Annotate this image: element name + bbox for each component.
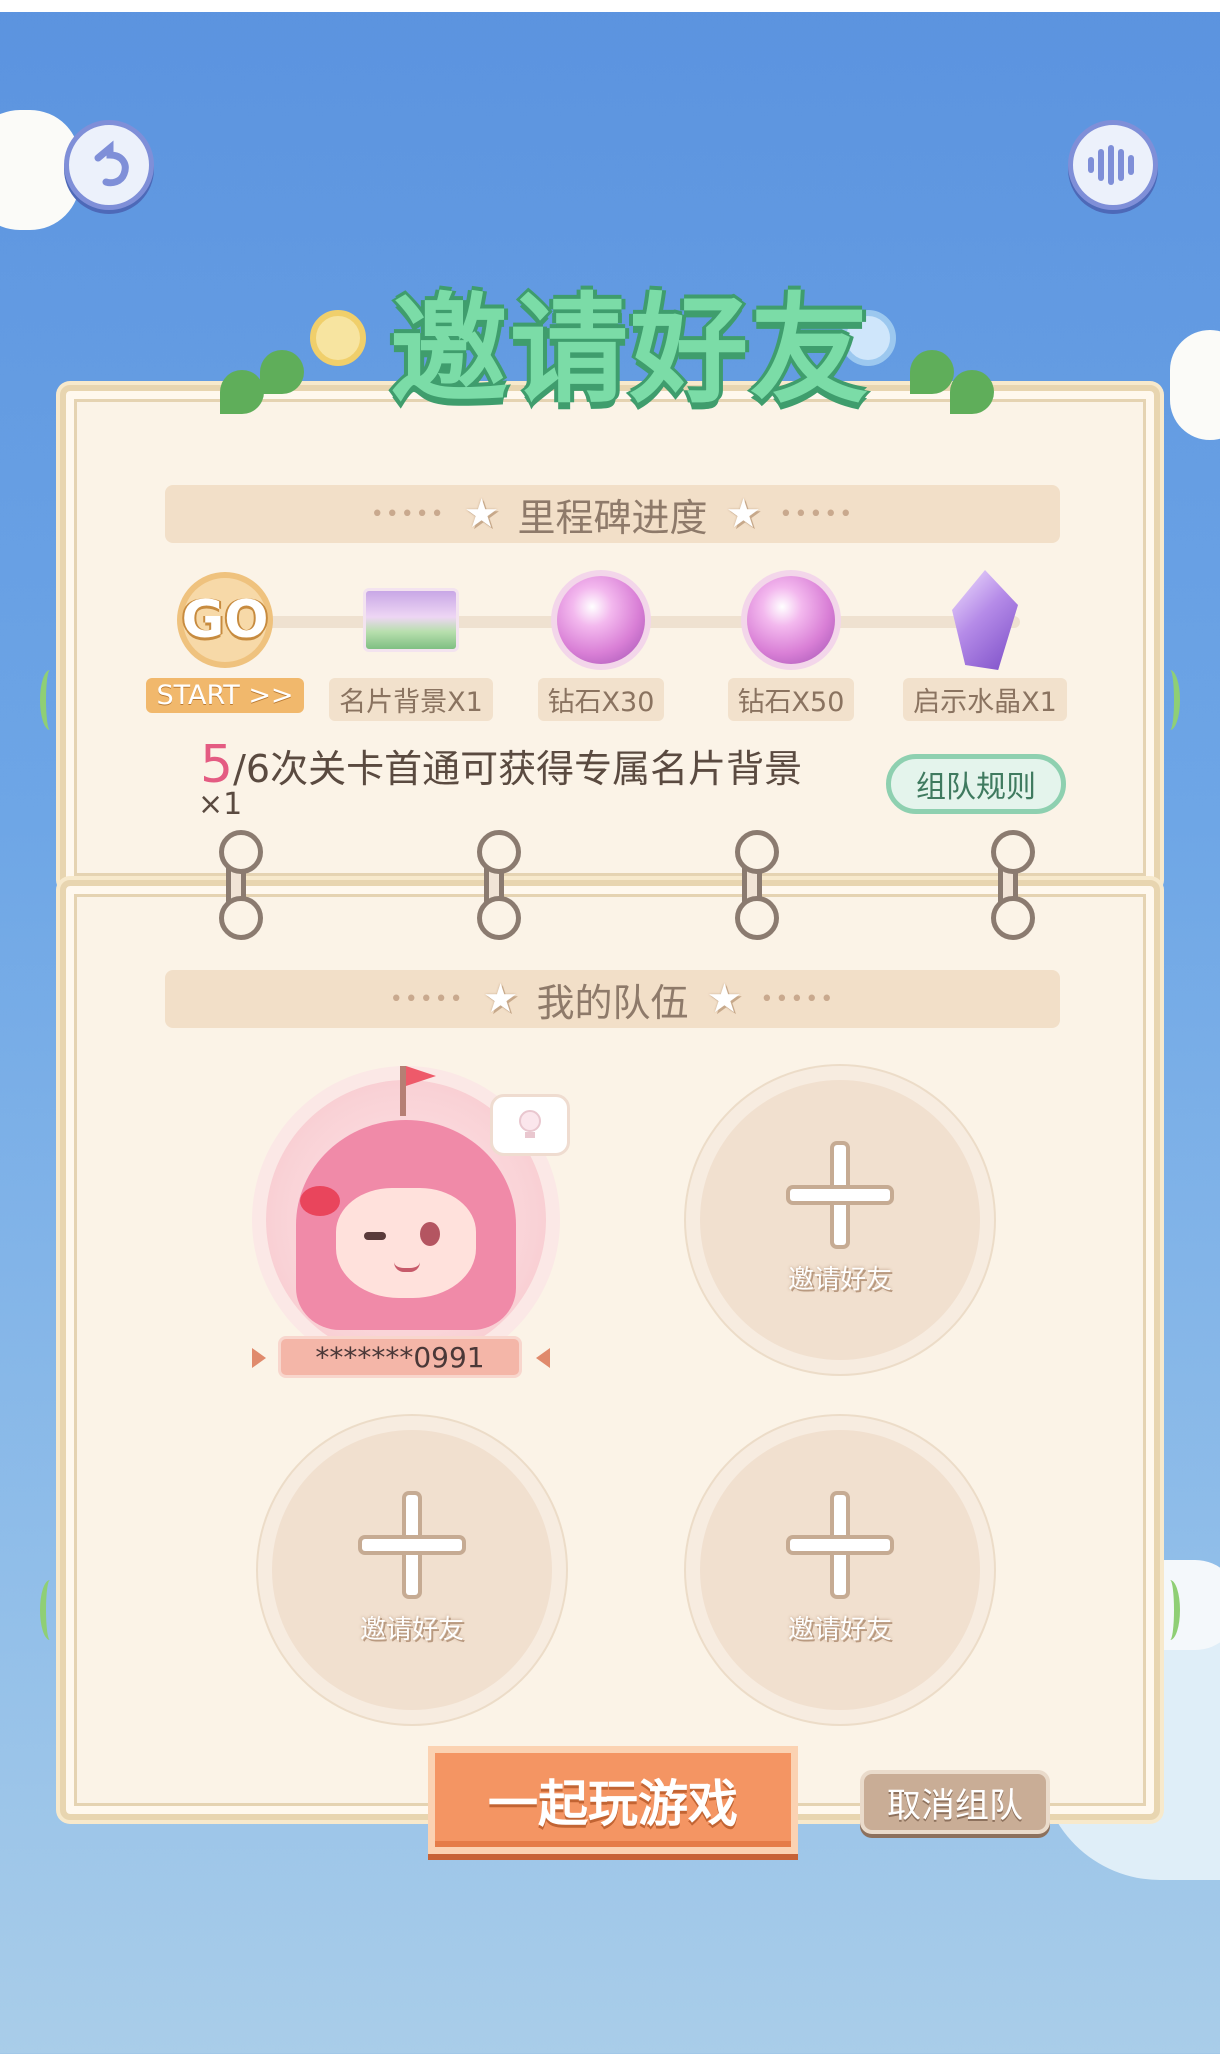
team-heading: 我的队伍 xyxy=(536,980,689,1025)
invite-friend-slot[interactable]: 邀请好友 xyxy=(272,1430,552,1710)
page-title: 邀请好友 xyxy=(389,281,870,419)
arrow-right-icon xyxy=(536,1348,550,1368)
plus-icon xyxy=(362,1494,462,1595)
dots-decoration: ••••• xyxy=(779,501,855,527)
lightbulb-icon xyxy=(519,1110,541,1138)
crystal-icon xyxy=(952,570,1018,670)
diamond-icon xyxy=(557,576,645,664)
go-badge-icon: GO xyxy=(177,572,273,668)
top-strip xyxy=(0,0,1220,12)
invite-friend-slot[interactable]: 邀请好友 xyxy=(700,1080,980,1360)
flower-icon xyxy=(310,310,366,366)
invite-label: 邀请好友 xyxy=(359,1614,464,1645)
cancel-team-button[interactable]: 取消组队 xyxy=(860,1770,1050,1834)
invite-label: 邀请好友 xyxy=(787,1614,892,1645)
bow-icon xyxy=(300,1186,340,1216)
star-icon: ★ xyxy=(706,976,743,1022)
avatar-eye xyxy=(420,1222,440,1246)
star-icon: ★ xyxy=(482,976,519,1022)
title-banner: 邀请好友 xyxy=(210,250,1010,460)
clover-icon xyxy=(220,370,264,414)
cloud-decoration xyxy=(1170,330,1220,440)
milestone-header: ••••• ★ 里程碑进度 ★ ••••• xyxy=(165,485,1060,543)
star-icon: ★ xyxy=(463,491,500,537)
vine-decoration xyxy=(1160,670,1180,730)
clover-icon xyxy=(260,350,304,394)
progress-text: 5/6次关卡首通可获得专属名片背景 xyxy=(200,735,802,795)
diamond-icon xyxy=(747,576,835,664)
invite-label: 邀请好友 xyxy=(787,1264,892,1295)
milestone-item: 名片背景X1 xyxy=(326,572,496,721)
leader-flag-icon xyxy=(400,1066,406,1116)
team-header: ••••• ★ 我的队伍 ★ ••••• xyxy=(165,970,1060,1028)
progress-suffix: ×1 xyxy=(198,787,243,822)
binder-ring xyxy=(735,830,779,940)
progress-description: /6次关卡首通可获得专属名片背景 xyxy=(233,747,803,791)
avatar-eye xyxy=(364,1232,386,1240)
vine-decoration xyxy=(1160,1580,1180,1640)
milestone-label: 钻石X30 xyxy=(537,678,665,721)
milestone-heading: 里程碑进度 xyxy=(517,495,708,540)
play-together-button[interactable]: 一起玩游戏 xyxy=(428,1746,798,1854)
milestone-item: 钻石X30 xyxy=(516,572,686,721)
milestone-label: 启示水晶X1 xyxy=(903,678,1067,721)
milestone-item: 启示水晶X1 xyxy=(900,570,1070,721)
vine-decoration xyxy=(40,1580,60,1640)
binder-ring xyxy=(991,830,1035,940)
dots-decoration: ••••• xyxy=(370,501,446,527)
music-button[interactable] xyxy=(1068,120,1158,210)
milestone-item: 钻石X50 xyxy=(706,572,876,721)
milestone-label: 钻石X50 xyxy=(727,678,855,721)
name-card-background-icon xyxy=(363,588,459,652)
progress-current: 5 xyxy=(200,735,234,795)
star-icon: ★ xyxy=(725,491,762,537)
milestone-label: 名片背景X1 xyxy=(329,678,493,721)
sound-wave-icon xyxy=(1088,145,1134,185)
milestone-item: GO START >> xyxy=(140,572,310,713)
clover-icon xyxy=(950,370,994,414)
back-button[interactable] xyxy=(64,120,154,210)
clover-icon xyxy=(910,350,954,394)
binder-ring xyxy=(477,830,521,940)
team-rules-button[interactable]: 组队规则 xyxy=(886,754,1066,814)
avatar-face xyxy=(336,1188,476,1298)
plus-icon xyxy=(790,1144,890,1245)
milestone-label: START >> xyxy=(146,678,304,713)
back-arrow-icon xyxy=(94,140,129,187)
invite-friend-slot[interactable]: 邀请好友 xyxy=(700,1430,980,1710)
arrow-left-icon xyxy=(252,1348,266,1368)
binder-ring xyxy=(219,830,263,940)
vine-decoration xyxy=(40,670,60,730)
speech-bubble-icon xyxy=(490,1094,570,1156)
plus-icon xyxy=(790,1494,890,1595)
member-name-tag: *******0991 xyxy=(278,1336,522,1378)
dots-decoration: ••••• xyxy=(760,986,836,1012)
dots-decoration: ••••• xyxy=(389,986,465,1012)
